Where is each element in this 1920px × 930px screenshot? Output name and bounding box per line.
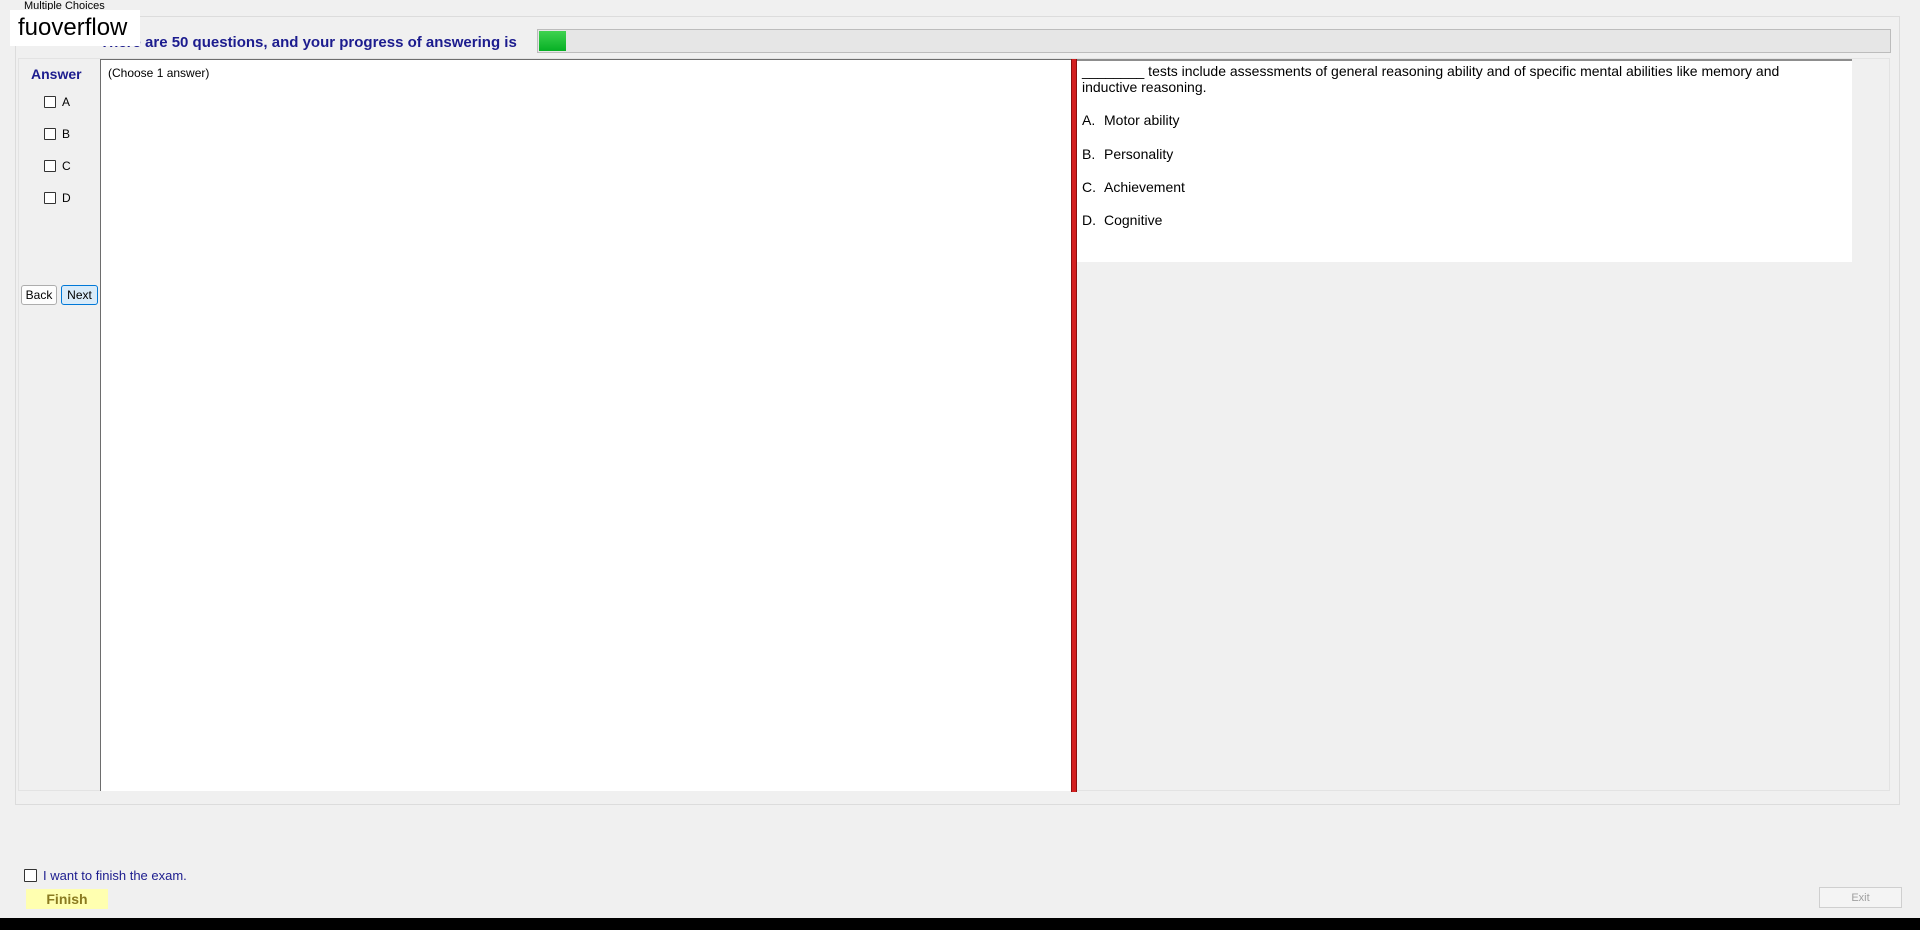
screen-bottom-bar: [0, 918, 1920, 930]
finish-exam-checkbox[interactable]: [24, 869, 37, 882]
choice-b: B. Personality: [1082, 146, 1173, 162]
answer-option-a[interactable]: A: [44, 94, 70, 110]
finish-button[interactable]: Finish: [26, 889, 108, 909]
finish-exam-option[interactable]: I want to finish the exam.: [24, 868, 187, 883]
finish-exam-label: I want to finish the exam.: [43, 868, 187, 883]
choice-text: Achievement: [1104, 179, 1185, 195]
answer-option-label: D: [62, 191, 71, 205]
choice-text: Personality: [1104, 146, 1174, 162]
choice-letter: D.: [1082, 212, 1096, 228]
next-button[interactable]: Next: [61, 285, 98, 305]
choice-a: A. Motor ability: [1082, 112, 1179, 128]
answer-checkbox-a[interactable]: [44, 96, 56, 108]
choice-c: C. Achievement: [1082, 179, 1185, 195]
choose-instruction: (Choose 1 answer): [108, 66, 210, 80]
watermark: fuoverflow: [10, 10, 140, 46]
answer-option-label: A: [62, 95, 71, 109]
question-text: ________ tests include assessments of ge…: [1082, 63, 1780, 95]
answer-option-label: B: [62, 127, 71, 141]
choice-d: D. Cognitive: [1082, 212, 1162, 228]
answer-option-label: C: [62, 159, 71, 173]
exit-button[interactable]: Exit: [1819, 887, 1902, 908]
answer-option-d[interactable]: D: [44, 190, 71, 206]
answer-text-pane[interactable]: [100, 59, 1071, 791]
progress-label: There are 50 questions, and your progres…: [100, 34, 517, 51]
answer-option-b[interactable]: B: [44, 126, 70, 142]
progress-bar: [537, 29, 1891, 53]
choice-text: Motor ability: [1104, 112, 1180, 128]
choice-letter: A.: [1082, 112, 1096, 128]
choice-text: Cognitive: [1104, 212, 1163, 228]
answer-title: Answer: [31, 66, 82, 82]
progress-fill: [539, 31, 566, 51]
answer-checkbox-d[interactable]: [44, 192, 56, 204]
choice-letter: B.: [1082, 146, 1096, 162]
choice-letter: C.: [1082, 179, 1096, 195]
answer-checkbox-b[interactable]: [44, 128, 56, 140]
answer-checkbox-c[interactable]: [44, 160, 56, 172]
answer-option-c[interactable]: C: [44, 158, 71, 174]
back-button[interactable]: Back: [21, 285, 57, 305]
